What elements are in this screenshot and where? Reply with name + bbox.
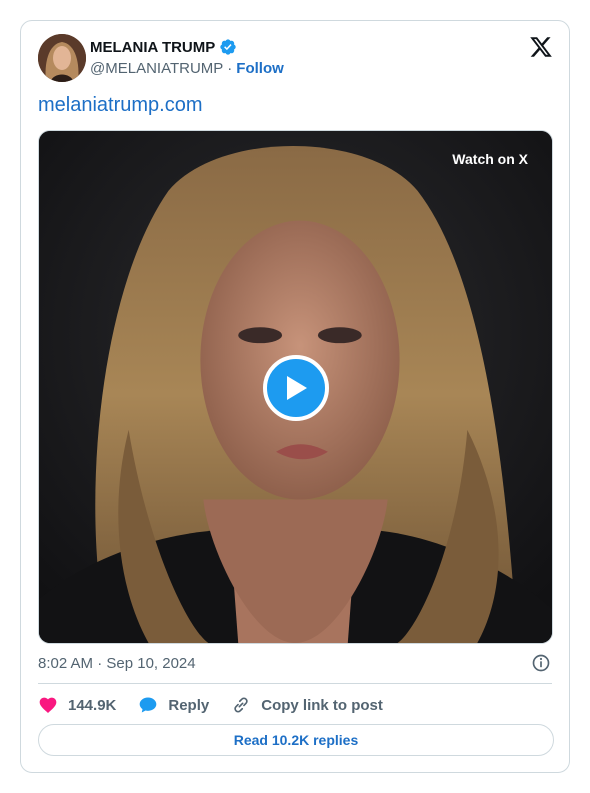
reply-button[interactable]: Reply [138, 695, 209, 715]
watch-on-x-link[interactable]: Watch on X [452, 151, 528, 167]
copy-link-button[interactable]: Copy link to post [231, 695, 383, 715]
verified-badge-icon [220, 39, 236, 55]
like-button[interactable]: 144.9K [38, 695, 116, 715]
heart-icon [39, 697, 57, 713]
link-icon [234, 697, 248, 713]
handle-separator: · [227, 60, 233, 77]
avatar[interactable] [38, 34, 86, 82]
reply-label: Reply [168, 696, 210, 714]
info-icon[interactable] [531, 653, 551, 673]
play-icon [287, 376, 307, 400]
author-handle-row: @MELANIATRUMP · Follow [90, 60, 284, 77]
like-count: 144.9K [68, 696, 117, 714]
reply-bubble-icon [140, 697, 157, 713]
post-link[interactable]: melaniatrump.com [38, 94, 203, 117]
post-timestamp[interactable]: 8:02 AM · Sep 10, 2024 [38, 655, 196, 672]
play-button[interactable] [263, 355, 329, 421]
divider [38, 683, 552, 684]
action-bar: 144.9K Reply Copy link to post [38, 694, 405, 716]
avatar-image [38, 34, 86, 82]
follow-button[interactable]: Follow [236, 60, 284, 77]
read-replies-button[interactable]: Read 10.2K replies [38, 724, 554, 756]
author-handle[interactable]: @MELANIATRUMP [90, 60, 223, 77]
copy-link-label: Copy link to post [261, 696, 383, 714]
embedded-post-card: MELANIA TRUMP @MELANIATRUMP · Follow mel… [20, 20, 570, 773]
author-name-row: MELANIA TRUMP [90, 38, 237, 56]
author-name[interactable]: MELANIA TRUMP [90, 39, 215, 56]
video-player[interactable]: Watch on X [38, 130, 553, 644]
x-logo-icon[interactable] [529, 35, 553, 59]
